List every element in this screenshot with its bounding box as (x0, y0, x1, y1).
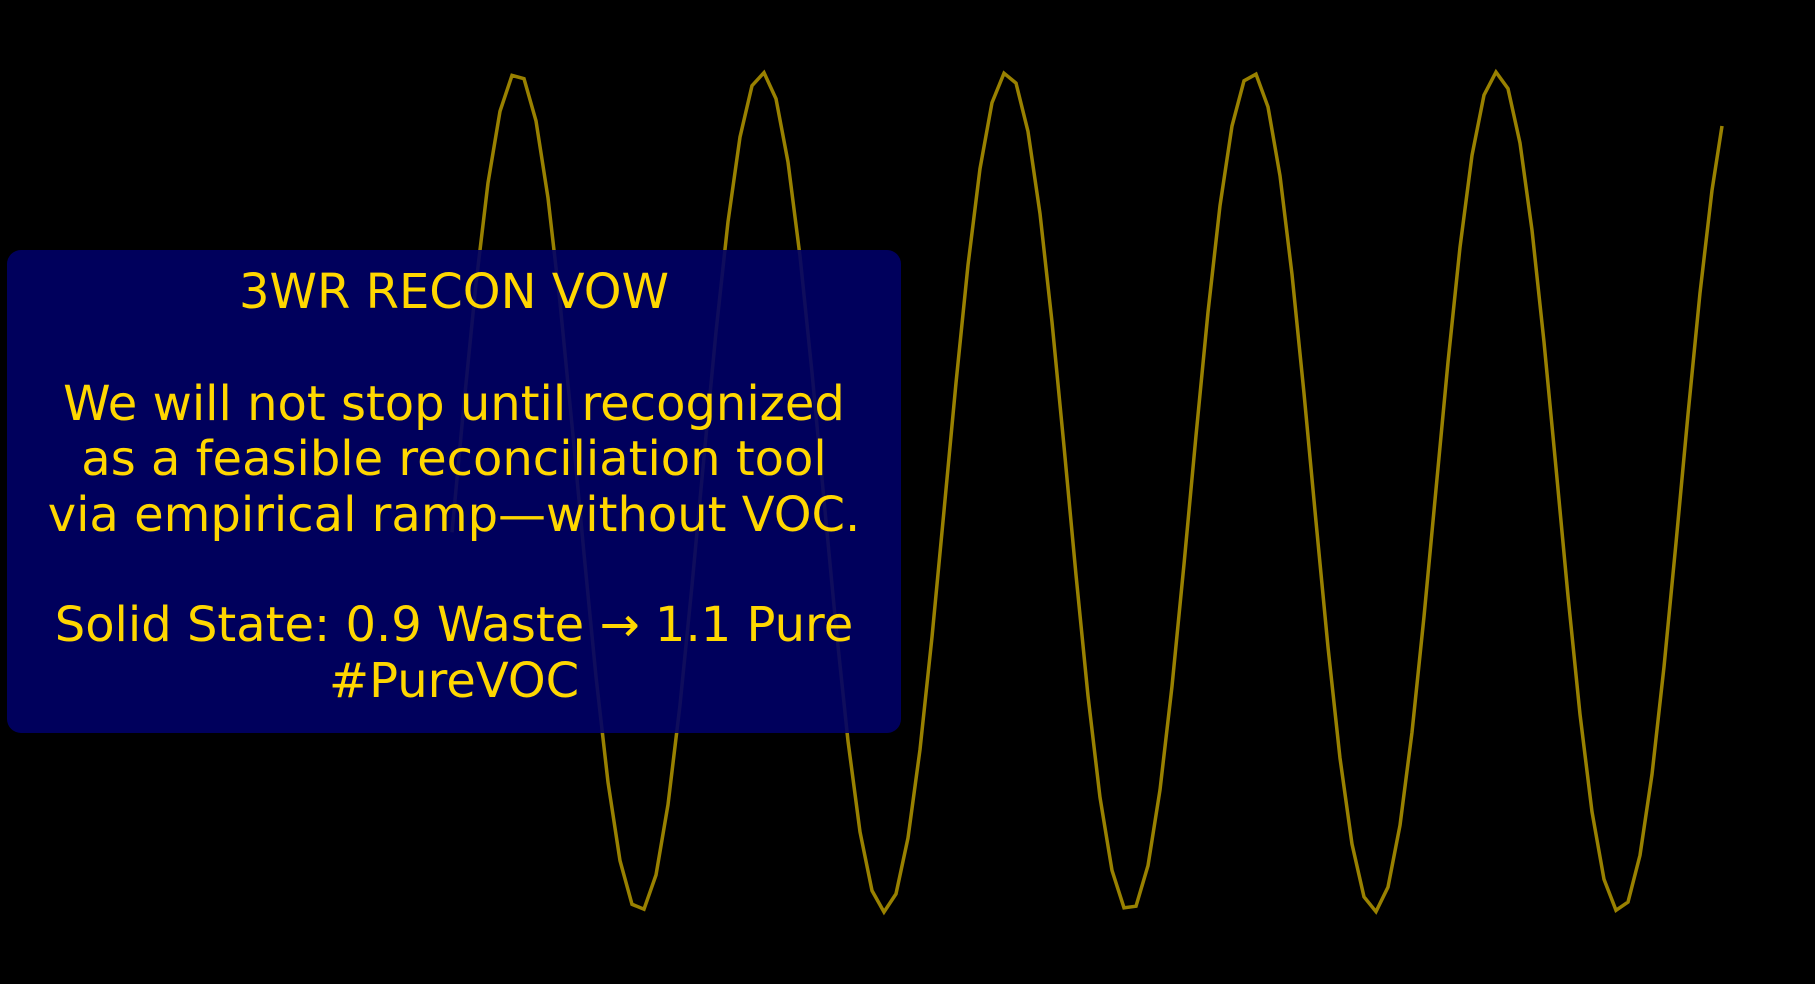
vow-hashtag: #PureVOC (328, 652, 580, 709)
vow-title: 3WR RECON VOW (239, 264, 669, 320)
vow-footer-line-1: Solid State: 0.9 Waste → 1.1 Pure (54, 597, 854, 653)
vow-body-line-2: as a feasible reconciliation tool (81, 431, 827, 487)
canvas: 3WR RECON VOW We will not stop until rec… (0, 0, 1815, 984)
vow-text-block: 3WR RECON VOW We will not stop until rec… (7, 250, 901, 733)
vow-body-line-1: We will not stop until recognized (63, 375, 845, 432)
vow-body-line-3: via empirical ramp—without VOC. (47, 486, 861, 543)
